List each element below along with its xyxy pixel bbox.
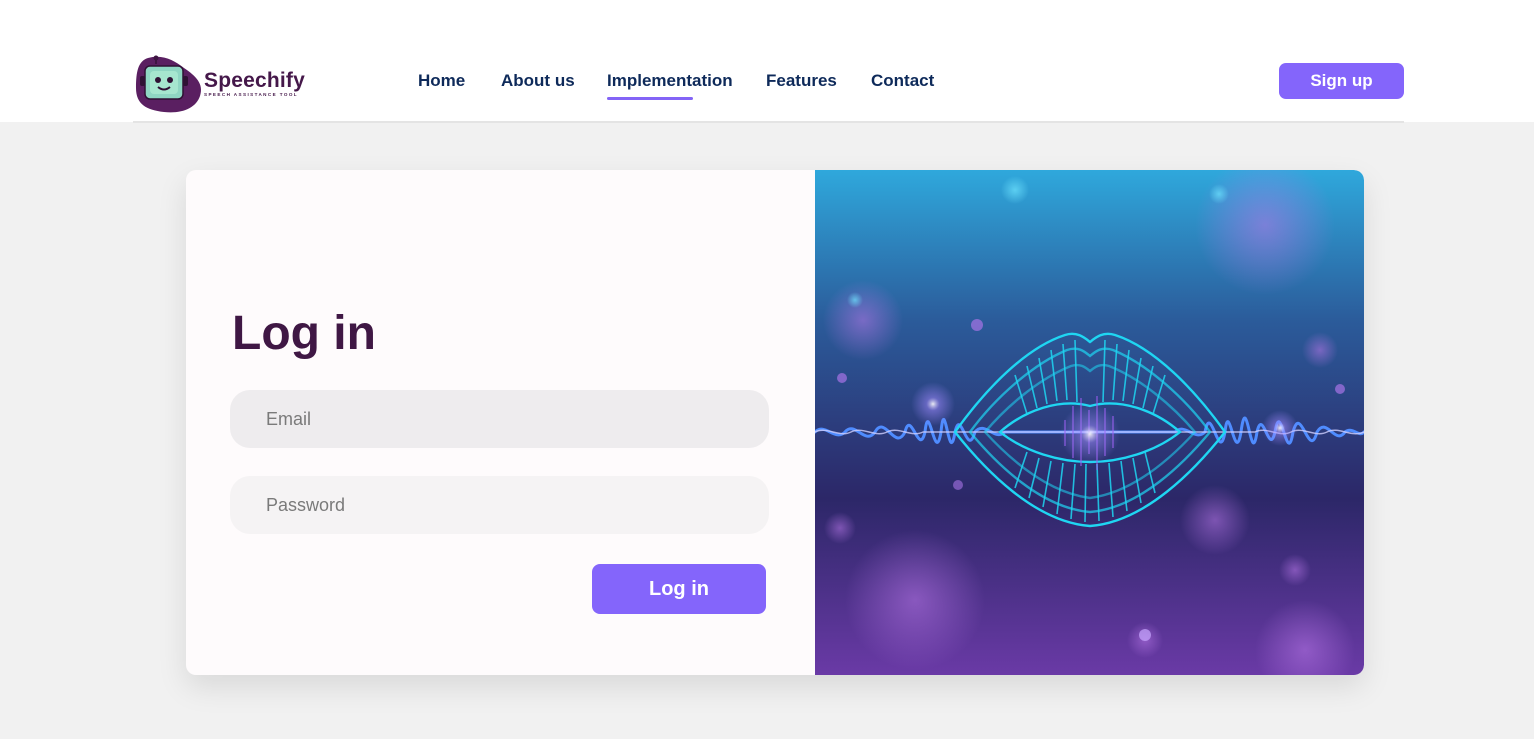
nav-features[interactable]: Features xyxy=(766,71,837,91)
login-button[interactable]: Log in xyxy=(592,564,766,614)
signup-button[interactable]: Sign up xyxy=(1279,63,1404,99)
password-placeholder: Password xyxy=(266,494,346,515)
header-divider xyxy=(133,121,1404,123)
login-title: Log in xyxy=(232,307,376,360)
email-field[interactable]: Email xyxy=(230,390,769,448)
brand-name: Speechify xyxy=(204,69,306,92)
brand-tagline: SPEECH ASSISTANCE TOOL xyxy=(204,92,299,97)
hero-image xyxy=(815,170,1364,675)
nav-implementation[interactable]: Implementation xyxy=(607,71,733,100)
password-field[interactable]: Password xyxy=(230,476,769,534)
lips-soundwave-illustration xyxy=(815,170,1364,675)
brand-logo[interactable]: Speechify SPEECH ASSISTANCE TOOL xyxy=(134,52,314,116)
email-placeholder: Email xyxy=(266,408,312,429)
nav-about-us[interactable]: About us xyxy=(501,71,575,91)
nav-home[interactable]: Home xyxy=(418,71,465,91)
robot-icon xyxy=(136,55,202,113)
login-card: Log in Email Password Log in xyxy=(186,170,1364,675)
nav-contact[interactable]: Contact xyxy=(871,71,934,91)
